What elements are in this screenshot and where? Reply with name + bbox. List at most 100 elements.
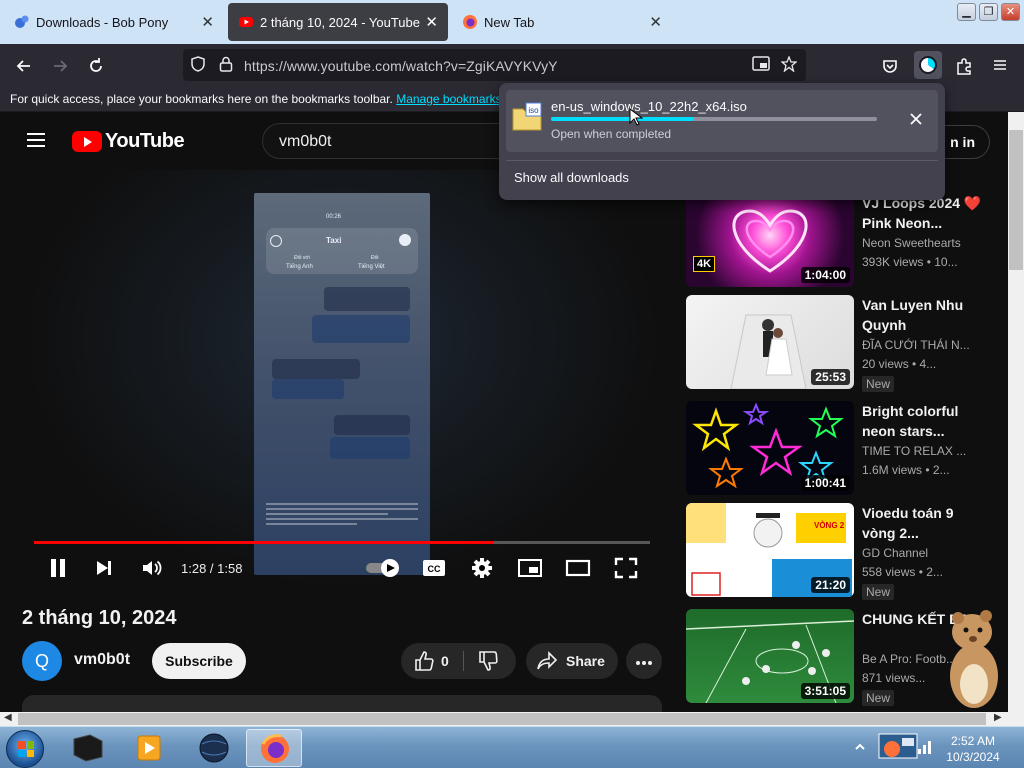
app-menu-button[interactable]: [986, 52, 1014, 80]
bookmark-star-icon[interactable]: [780, 55, 798, 74]
clock-time: 2:52 AM: [950, 734, 996, 748]
manage-bookmarks-link[interactable]: Manage bookmarks...: [396, 92, 511, 106]
video-thumbnail[interactable]: 1:00:41: [686, 401, 854, 495]
recommendation-item[interactable]: 1:00:41 Bright colorful neon stars... TI…: [686, 401, 1016, 497]
horizontal-scrollbar-thumb[interactable]: [18, 713, 986, 725]
autoplay-toggle[interactable]: [364, 555, 402, 581]
bookmarks-hint: For quick access, place your bookmarks h…: [10, 92, 393, 106]
phone-hangup-icon: [399, 234, 411, 246]
recommendation-item[interactable]: 4K 1:04:00 VJ Loops 2024 ❤️ Pink Neon...…: [686, 193, 1016, 289]
recommendation-channel[interactable]: TIME TO RELAX ...: [862, 444, 990, 458]
taskbar-app-terminal[interactable]: [60, 729, 116, 767]
pause-button[interactable]: [46, 555, 70, 581]
recommendation-channel[interactable]: ĐĨA CƯỚI THÁI N...: [862, 338, 990, 352]
url-text[interactable]: https://www.youtube.com/watch?v=ZgiKAVYK…: [244, 58, 558, 74]
restore-button[interactable]: ❐: [979, 3, 998, 21]
scroll-left-arrow-icon[interactable]: ◀: [4, 712, 12, 723]
minimize-button[interactable]: ▁: [957, 3, 976, 21]
recommendation-title[interactable]: Bright colorful neon stars...: [862, 401, 990, 441]
recommendation-item[interactable]: VÒNG 2 21:20 Vioedu toán 9 vòng 2... GD …: [686, 503, 1016, 600]
taskbar-app-media-player[interactable]: [120, 729, 176, 767]
share-button[interactable]: Share: [526, 643, 618, 679]
tab-close-icon[interactable]: ✕: [425, 13, 438, 31]
thumbnail-badge: 4K: [693, 256, 716, 272]
start-button[interactable]: [6, 730, 44, 768]
share-label: Share: [566, 653, 605, 669]
recommendation-meta: 20 views • 4...: [862, 357, 937, 371]
volume-button[interactable]: [139, 555, 165, 581]
lock-icon[interactable]: [217, 56, 235, 74]
pocket-button[interactable]: [876, 52, 904, 80]
url-bar[interactable]: https://www.youtube.com/watch?v=ZgiKAVYK…: [183, 49, 806, 81]
tray-window-preview-icon[interactable]: [878, 733, 918, 759]
tab-youtube[interactable]: 2 tháng 10, 2024 - YouTube ✕: [228, 3, 448, 41]
recommendation-channel[interactable]: Neon Sweethearts: [862, 236, 990, 250]
taskbar-app-firefox[interactable]: [246, 729, 302, 767]
recommendation-meta: 558 views • 2...: [862, 565, 943, 579]
video-thumbnail[interactable]: 4K 1:04:00: [686, 193, 854, 287]
tab-close-icon[interactable]: ✕: [649, 13, 662, 31]
close-window-button[interactable]: ✕: [1001, 3, 1020, 21]
dislike-button[interactable]: [477, 643, 499, 685]
phone-from-label: Đối với: [294, 255, 310, 261]
next-button[interactable]: [92, 555, 116, 581]
tab-downloads-bob-pony[interactable]: Downloads - Bob Pony ✕: [4, 3, 224, 41]
scroll-right-arrow-icon[interactable]: ▶: [994, 712, 1002, 723]
recommendation-channel[interactable]: GD Channel: [862, 546, 990, 560]
youtube-logo[interactable]: YouTube: [72, 130, 185, 153]
recommendation-title[interactable]: Vioedu toán 9 vòng 2...: [862, 503, 990, 543]
black-box-app-icon: [73, 734, 103, 762]
channel-avatar[interactable]: Q: [22, 641, 62, 681]
new-badge: New: [862, 690, 895, 706]
show-hidden-icons-icon[interactable]: [852, 739, 868, 755]
phone-chat-bubble: [312, 315, 410, 343]
video-duration: 3:51:05: [800, 683, 850, 699]
more-actions-button[interactable]: [626, 643, 662, 679]
forward-button[interactable]: [46, 52, 74, 80]
captions-button[interactable]: CC: [421, 555, 447, 581]
recommendation-title[interactable]: Van Luyen Nhu Quynh: [862, 295, 990, 335]
video-progress-fill: [34, 541, 494, 544]
taskbar-clock[interactable]: 2:52 AM 10/3/2024: [930, 733, 1016, 765]
guide-menu-icon[interactable]: [27, 133, 45, 147]
mouse-cursor-icon: [629, 108, 644, 126]
fullscreen-icon: [614, 557, 638, 579]
tab-title: 2 tháng 10, 2024 - YouTube: [260, 14, 420, 30]
download-progress-fill: [551, 117, 695, 121]
miniplayer-button[interactable]: [516, 555, 544, 581]
reload-button[interactable]: [82, 52, 110, 80]
back-arrow-icon: [16, 60, 30, 72]
tracking-protection-shield-icon[interactable]: [189, 56, 207, 74]
video-thumbnail[interactable]: 25:53: [686, 295, 854, 389]
tab-title: New Tab: [484, 14, 535, 30]
video-thumbnail[interactable]: 3:51:05: [686, 609, 854, 703]
theater-mode-button[interactable]: [564, 555, 592, 581]
back-button[interactable]: [10, 52, 38, 80]
video-duration: 1:00:41: [800, 475, 850, 491]
cancel-download-button[interactable]: [906, 110, 926, 130]
hamster-desktop-pet: [950, 610, 998, 708]
show-all-downloads-link[interactable]: Show all downloads: [514, 170, 629, 185]
picture-in-picture-icon[interactable]: [752, 56, 770, 74]
video-thumbnail[interactable]: VÒNG 2 21:20: [686, 503, 854, 597]
tab-close-icon[interactable]: ✕: [201, 13, 214, 31]
download-item[interactable]: iso en-us_windows_10_22h2_x64.iso Open w…: [506, 90, 938, 152]
subscribe-button[interactable]: Subscribe: [152, 643, 246, 679]
recommendation-meta: 393K views • 10...: [862, 255, 958, 269]
settings-button[interactable]: [469, 555, 495, 581]
video-progress-track[interactable]: [34, 541, 650, 544]
channel-name[interactable]: vm0b0t: [74, 651, 130, 669]
recommendation-item[interactable]: 25:53 Van Luyen Nhu Quynh ĐĨA CƯỚI THÁI …: [686, 295, 1016, 392]
recommendation-meta: 1.6M views • 2...: [862, 463, 950, 477]
tab-new-tab[interactable]: New Tab ✕: [452, 3, 672, 41]
fullscreen-button[interactable]: [612, 555, 640, 581]
vertical-scrollbar-thumb[interactable]: [1009, 130, 1023, 270]
like-button[interactable]: [413, 643, 435, 685]
video-frame-phone-screen: 00:26 Taxi Đối với Tiếng Anh Đối Tiếng V…: [254, 193, 430, 575]
downloads-panel: iso en-us_windows_10_22h2_x64.iso Open w…: [499, 83, 945, 200]
downloads-button[interactable]: [914, 51, 942, 79]
like-count: 0: [441, 653, 449, 669]
taskbar-app-globe[interactable]: [186, 729, 242, 767]
new-badge: New: [862, 584, 895, 600]
extensions-button[interactable]: [950, 52, 978, 80]
